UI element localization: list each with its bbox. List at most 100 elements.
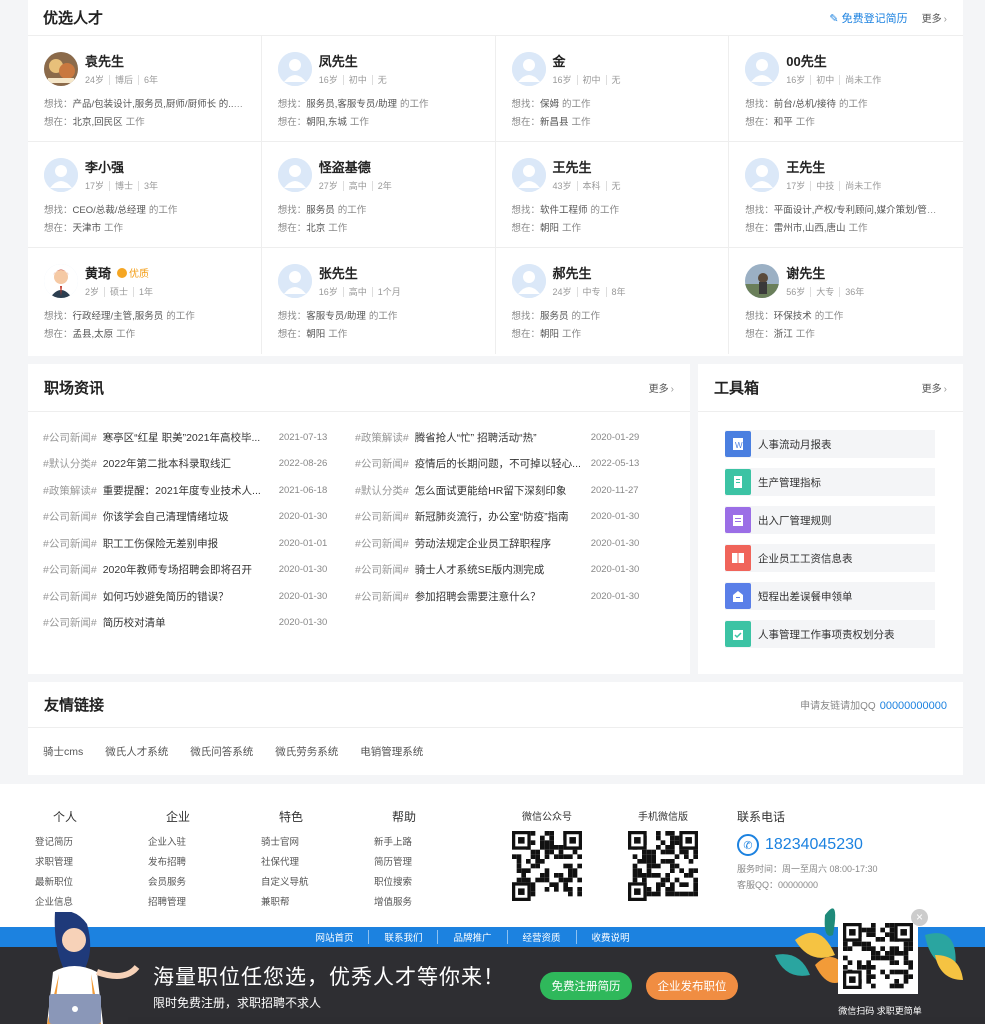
news-category[interactable]: #政策解读# (355, 430, 409, 445)
avatar (277, 52, 312, 86)
close-icon[interactable]: × (911, 909, 928, 926)
talent-card[interactable]: 谢先生 56岁 大专 36年 想找：环保技术 的工作 想在：浙江 工作 (729, 248, 963, 354)
news-category[interactable]: #公司新闻# (355, 509, 409, 524)
news-category[interactable]: #公司新闻# (43, 536, 97, 551)
news-title[interactable]: 寒亭区“红星 职美”2021年高校毕... (103, 430, 271, 445)
news-item[interactable]: #默认分类# 怎么面试更能给HR留下深刻印象 2020-11-27 (355, 477, 667, 504)
footer-link[interactable]: 发布招聘 (133, 854, 223, 874)
news-item[interactable]: #公司新闻# 你该学会自己清理情绪垃圾 2020-01-30 (43, 504, 355, 531)
footer-link[interactable]: 职位搜索 (359, 874, 449, 894)
news-more-link[interactable]: 更多 (649, 380, 674, 395)
news-item[interactable]: #公司新闻# 疫情后的长期问题，不可掉以轻心... 2022-05-13 (355, 451, 667, 478)
footer-link[interactable]: 会员服务 (133, 874, 223, 894)
news-item[interactable]: #公司新闻# 寒亭区“红星 职美”2021年高校毕... 2021-07-13 (43, 424, 355, 451)
footer-link[interactable]: 自定义导航 (246, 874, 336, 894)
news-category[interactable]: #公司新闻# (355, 589, 409, 604)
news-item[interactable]: #默认分类# 2022年第二批本科录取线汇 2022-08-26 (43, 451, 355, 478)
news-title[interactable]: 你该学会自己清理情绪垃圾 (103, 509, 271, 524)
talent-card[interactable]: 王先生 17岁中技尚未工作想找：平面设计,产权/专利顾问,媒介策划/管理...的工… (729, 142, 963, 248)
news-title[interactable]: 简历校对清单 (103, 615, 271, 630)
news-item[interactable]: #公司新闻# 骑士人才系统SE版内测完成 2020-01-30 (355, 557, 667, 584)
talent-card[interactable]: 李小强 17岁 博士 3年 想找：CEO/总裁/总经理 的工作 想在：天津市 工作 (28, 142, 262, 248)
news-title[interactable]: 骑士人才系统SE版内测完成 (415, 562, 583, 577)
friend-link[interactable]: 微氏劳务系统 (275, 744, 338, 759)
footer-link[interactable]: 骑士官网 (246, 834, 336, 854)
talent-card[interactable]: 怪盗基德 27岁 高中 2年 想找：服务员 的工作 想在：北京 工作 (261, 142, 496, 248)
news-title[interactable]: 参加招聘会需要注意什么？ (415, 589, 583, 604)
news-title[interactable]: 职工工伤保险无差别申报 (103, 536, 271, 551)
news-item[interactable]: #公司新闻# 参加招聘会需要注意什么？ 2020-01-30 (355, 583, 667, 610)
news-title[interactable]: 疫情后的长期问题，不可掉以轻心... (415, 456, 583, 471)
footer-link[interactable]: 新手上路 (359, 834, 449, 854)
news-title[interactable]: 劳动法规定企业员工辞职程序 (415, 536, 583, 551)
friend-link[interactable]: 骑士cms (43, 744, 83, 759)
news-title[interactable]: 重要提醒：2021年度专业技术人... (103, 483, 271, 498)
friend-link[interactable]: 微氏人才系统 (105, 744, 168, 759)
news-category[interactable]: #公司新闻# (43, 615, 97, 630)
news-category[interactable]: #公司新闻# (43, 589, 97, 604)
news-title[interactable]: 2020年教师专场招聘会即将召开 (103, 562, 271, 577)
footer-link[interactable]: 社保代理 (246, 854, 336, 874)
tool-item[interactable]: 企业员工工资信息表 (725, 544, 935, 572)
toolbox-more-link[interactable]: 更多 (922, 380, 947, 395)
news-category[interactable]: #公司新闻# (355, 562, 409, 577)
navbar-link[interactable]: 经营资质 (506, 930, 576, 944)
news-category[interactable]: #公司新闻# (355, 456, 409, 471)
talent-card[interactable]: 00先生 16岁 初中 尚未工作 想找：前台/总机/接待 的工作 想在：和平 工作 (729, 36, 963, 142)
post-job-button[interactable]: 企业发布职位 (646, 972, 738, 1000)
news-item[interactable]: #公司新闻# 职工工伤保险无差别申报 2020-01-01 (43, 530, 355, 557)
footer-link[interactable]: 增值服务 (359, 894, 449, 914)
navbar-link[interactable]: 网站首页 (300, 930, 368, 944)
footer-link[interactable]: 求职管理 (20, 854, 110, 874)
apply-qq[interactable]: 00000000000 (880, 700, 947, 712)
news-category[interactable]: #公司新闻# (43, 562, 97, 577)
talents-more-link[interactable]: 更多 (922, 10, 947, 25)
footer-link[interactable]: 兼职帮 (246, 894, 336, 914)
news-category[interactable]: #政策解读# (43, 483, 97, 498)
tool-item[interactable]: 短程出差误餐申领单 (725, 582, 935, 610)
news-item[interactable]: #公司新闻# 简历校对清单 2020-01-30 (43, 610, 355, 637)
tool-item[interactable]: 生产管理指标 (725, 468, 935, 496)
tool-item[interactable]: 出入厂管理规则 (725, 506, 935, 534)
tool-item[interactable]: W 人事流动月报表 (725, 430, 935, 458)
news-item[interactable]: #公司新闻# 劳动法规定企业员工辞职程序 2020-01-30 (355, 530, 667, 557)
news-item[interactable]: #政策解读# 重要提醒：2021年度专业技术人... 2021-06-18 (43, 477, 355, 504)
talent-card[interactable]: 黄琦 优质 2岁 硕士 1年 想找：行政经理/主管,服务员 的工作 想在：孟县,太原 工作 (28, 248, 262, 354)
footer-link[interactable]: 企业入驻 (133, 834, 223, 854)
register-resume-button[interactable]: 免费注册简历 (540, 972, 632, 1000)
footer-link[interactable]: 登记简历 (20, 834, 110, 854)
talent-card[interactable]: 郝先生 24岁 中专 8年 想找：服务员 的工作 想在：朝阳 工作 (496, 248, 730, 354)
talent-card[interactable]: 王先生 43岁 本科无想找：软件工程师 的工作 想在：朝阳 工作 (495, 142, 730, 248)
news-category[interactable]: #公司新闻# (43, 430, 97, 445)
news-item[interactable]: #公司新闻# 2020年教师专场招聘会即将召开 2020-01-30 (43, 557, 355, 584)
news-category[interactable]: #默认分类# (43, 456, 97, 471)
news-title[interactable]: 怎么面试更能给HR留下深刻印象 (415, 483, 583, 498)
news-title[interactable]: 如何巧妙避免简历的错误？ (103, 589, 271, 604)
news-title[interactable]: 新冠肺炎流行，办公室“防疫”指南 (415, 509, 583, 524)
free-register-resume-link[interactable]: ✎ 免费登记简历 (829, 10, 907, 26)
news-title[interactable]: 2022年第二批本科录取线汇 (103, 456, 271, 471)
navbar-link[interactable]: 品牌推广 (437, 930, 506, 944)
tool-item[interactable]: 人事管理工作事项责权划分表 (725, 620, 935, 648)
talent-name: 王先生 (786, 157, 825, 176)
avatar (44, 158, 78, 192)
talent-card[interactable]: 金 16岁 初中无想找：保姆 的工作 想在：新昌县 工作 (495, 36, 730, 142)
news-item[interactable]: #政策解读# 腾省抢人“忙” 招聘活动“热” 2020-01-29 (355, 424, 667, 451)
friend-link[interactable]: 电销管理系统 (360, 744, 423, 759)
footer-link[interactable]: 招聘管理 (133, 894, 223, 914)
news-category[interactable]: #公司新闻# (43, 509, 97, 524)
footer-link[interactable]: 简历管理 (359, 854, 449, 874)
news-title[interactable]: 腾省抢人“忙” 招聘活动“热” (415, 430, 583, 445)
footer-link[interactable]: 最新职位 (20, 874, 110, 894)
talent-card[interactable]: 张先生 16岁 高中 1个月 想找：客服专员/助理 的工作 想在：朝阳 工作 (262, 248, 496, 354)
footer-link[interactable]: 企业信息 (20, 894, 110, 914)
news-item[interactable]: #公司新闻# 新冠肺炎流行，办公室“防疫”指南 2020-01-30 (355, 504, 667, 531)
news-category[interactable]: #默认分类# (355, 483, 409, 498)
news-category[interactable]: #公司新闻# (355, 536, 409, 551)
navbar-link[interactable]: 收费说明 (575, 930, 645, 944)
news-item[interactable]: #公司新闻# 如何巧妙避免简历的错误？ 2020-01-30 (43, 583, 355, 610)
friend-link[interactable]: 微氏问答系统 (190, 744, 253, 759)
navbar-link[interactable]: 联系我们 (368, 930, 437, 944)
talent-card[interactable]: 凤先生 16岁 初中无想找：服务员,客服专员/助理 的工作 想在：朝阳,东城 工作 (261, 36, 496, 142)
talent-card[interactable]: 袁先生 24岁博后 6年想找：产品/包装设计,服务员,厨师/厨师长 的...的工作想… (28, 36, 262, 142)
